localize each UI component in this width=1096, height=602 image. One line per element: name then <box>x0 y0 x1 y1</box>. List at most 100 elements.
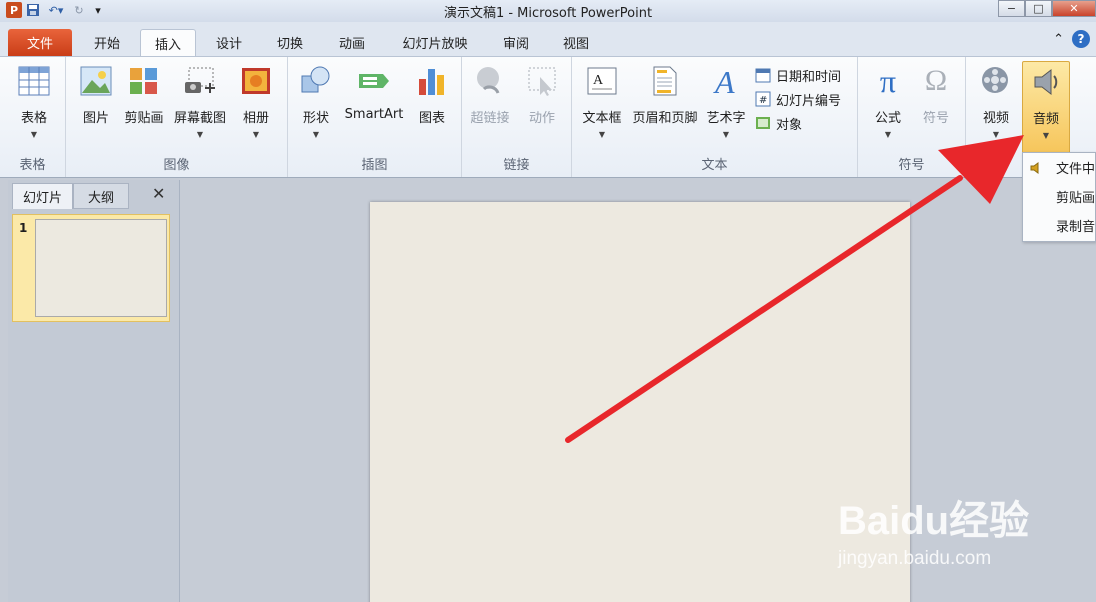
shapes-button[interactable]: 形状 ▼ <box>292 63 340 139</box>
clipart-button[interactable]: 剪贴画 <box>120 63 168 126</box>
audio-dropdown-menu: 文件中 剪贴画 录制音 <box>1022 152 1096 242</box>
ribbon-tabs: 文件 开始 插入 设计 切换 动画 幻灯片放映 审阅 视图 ⌃ ? <box>0 22 1096 56</box>
clipart-icon <box>126 63 162 99</box>
menu-item-label: 文件中 <box>1055 162 1095 177</box>
current-slide[interactable] <box>370 202 910 602</box>
tab-slides[interactable]: 幻灯片 <box>12 183 74 209</box>
equation-label: 公式 <box>874 111 901 126</box>
tab-slideshow[interactable]: 幻灯片放映 <box>388 29 482 56</box>
title-bar: P ↶▾ ↻ ▾ 演示文稿1 - Microsoft PowerPoint − … <box>0 0 1096 22</box>
hyperlink-button[interactable]: 超链接 <box>466 63 514 126</box>
table-button[interactable]: 表格 ▼ <box>10 63 58 139</box>
tab-transitions[interactable]: 切换 <box>264 29 316 56</box>
chevron-down-icon: ▼ <box>30 130 38 139</box>
group-symbols: π 公式 ▼ Ω 符号 符号 <box>858 57 966 177</box>
header-footer-icon <box>647 63 683 99</box>
menu-item-record-audio[interactable]: 录制音 <box>1023 211 1095 240</box>
album-label: 相册 <box>242 111 269 126</box>
hyperlink-globe-icon <box>472 63 508 99</box>
action-label: 动作 <box>528 111 555 126</box>
chart-button[interactable]: 图表 <box>408 63 456 126</box>
group-label-links: 链接 <box>503 158 530 173</box>
slides-pane: 幻灯片 大纲 ✕ 1 <box>8 180 180 602</box>
slide-number-icon: # <box>754 90 772 108</box>
close-pane-icon[interactable]: ✕ <box>152 184 165 203</box>
audio-label: 音频 <box>1032 112 1059 127</box>
group-label-text: 文本 <box>701 158 728 173</box>
smartart-label: SmartArt <box>344 107 404 122</box>
smartart-icon <box>356 63 392 99</box>
watermark-url: jingyan.baidu.com <box>838 548 992 569</box>
tab-animations[interactable]: 动画 <box>326 29 378 56</box>
picture-label: 图片 <box>82 111 109 126</box>
textbox-icon: A <box>584 63 620 99</box>
slide-number-label: 幻灯片编号 <box>776 93 842 109</box>
object-button[interactable]: 对象 <box>754 111 841 135</box>
pi-icon: π <box>879 62 897 99</box>
menu-item-audio-from-file[interactable]: 文件中 <box>1023 153 1095 182</box>
menu-item-clipart-audio[interactable]: 剪贴画 <box>1023 182 1095 211</box>
header-footer-button[interactable]: 页眉和页脚 <box>633 63 698 126</box>
screenshot-icon <box>182 63 218 99</box>
omega-icon: Ω <box>924 64 948 97</box>
chevron-down-icon: ▼ <box>312 130 320 139</box>
object-label: 对象 <box>776 117 803 133</box>
slide-thumbnail-selected[interactable]: 1 <box>12 214 170 322</box>
baidu-watermark: Baidu经验 jingyan.baidu.com <box>838 488 1029 570</box>
window-controls: − □ ✕ <box>998 0 1096 17</box>
chevron-down-icon: ▼ <box>884 130 892 139</box>
screenshot-button[interactable]: 屏幕截图 ▼ <box>174 63 227 139</box>
clipart-label: 剪贴画 <box>124 111 164 126</box>
action-button[interactable]: 动作 <box>518 63 566 126</box>
textbox-button[interactable]: A 文本框 ▼ <box>578 63 626 139</box>
group-label-symbols: 符号 <box>898 158 925 173</box>
audio-button[interactable]: 音频 ▼ <box>1022 61 1070 155</box>
chart-icon <box>414 63 450 99</box>
smartart-button[interactable]: SmartArt <box>344 63 404 122</box>
slide-number-button[interactable]: # 幻灯片编号 <box>754 87 841 111</box>
video-button[interactable]: 视频 ▼ <box>972 63 1020 139</box>
chevron-down-icon: ▼ <box>1042 131 1050 140</box>
chevron-down-icon: ▼ <box>992 130 1000 139</box>
svg-text:A: A <box>593 73 604 88</box>
tab-outline[interactable]: 大纲 <box>73 183 130 209</box>
calendar-icon <box>754 66 772 84</box>
chevron-down-icon: ▼ <box>722 130 730 139</box>
svg-text:A: A <box>713 65 735 97</box>
screenshot-label: 屏幕截图 <box>174 111 227 126</box>
ribbon: 表格 ▼ 表格 图片 剪贴画 屏幕截图 ▼ 相册 ▼ 图像 形状 ▼ Smart… <box>0 56 1096 178</box>
table-label: 表格 <box>20 111 47 126</box>
maximize-button[interactable]: □ <box>1025 0 1052 17</box>
datetime-button[interactable]: 日期和时间 <box>754 63 841 87</box>
collapse-ribbon-icon[interactable]: ⌃ <box>1053 32 1064 47</box>
wordart-button[interactable]: A 艺术字 ▼ <box>702 63 750 139</box>
pane-tabs: 幻灯片 大纲 <box>12 183 130 209</box>
tab-insert[interactable]: 插入 <box>140 29 196 56</box>
object-icon <box>754 114 772 132</box>
tab-file[interactable]: 文件 <box>8 29 72 56</box>
menu-item-label: 剪贴画 <box>1055 191 1095 206</box>
tab-design[interactable]: 设计 <box>204 29 254 56</box>
tab-review[interactable]: 审阅 <box>490 29 542 56</box>
help-icon[interactable]: ? <box>1072 30 1090 48</box>
picture-button[interactable]: 图片 <box>72 63 120 126</box>
close-button[interactable]: ✕ <box>1052 0 1096 17</box>
film-reel-icon <box>978 63 1014 99</box>
minimize-button[interactable]: − <box>998 0 1025 17</box>
tab-view[interactable]: 视图 <box>550 29 602 56</box>
album-button[interactable]: 相册 ▼ <box>232 63 280 139</box>
video-label: 视频 <box>982 111 1009 126</box>
symbol-label: 符号 <box>922 111 949 126</box>
group-text: A 文本框 ▼ 页眉和页脚 A 艺术字 ▼ 日期和时间 # 幻灯片编号 对象 文… <box>572 57 858 177</box>
hyperlink-label: 超链接 <box>470 111 510 126</box>
group-illustrations: 形状 ▼ SmartArt 图表 插图 <box>288 57 462 177</box>
tab-home[interactable]: 开始 <box>80 29 134 56</box>
symbol-button[interactable]: Ω 符号 <box>912 63 960 126</box>
slide-thumbnail[interactable] <box>35 219 167 317</box>
text-small-buttons: 日期和时间 # 幻灯片编号 对象 <box>754 63 841 135</box>
shapes-icon <box>298 63 334 99</box>
svg-text:#: # <box>759 95 767 106</box>
table-icon <box>16 63 52 99</box>
watermark-logo-text: Baidu经验 <box>838 499 1030 543</box>
equation-button[interactable]: π 公式 ▼ <box>864 62 912 140</box>
